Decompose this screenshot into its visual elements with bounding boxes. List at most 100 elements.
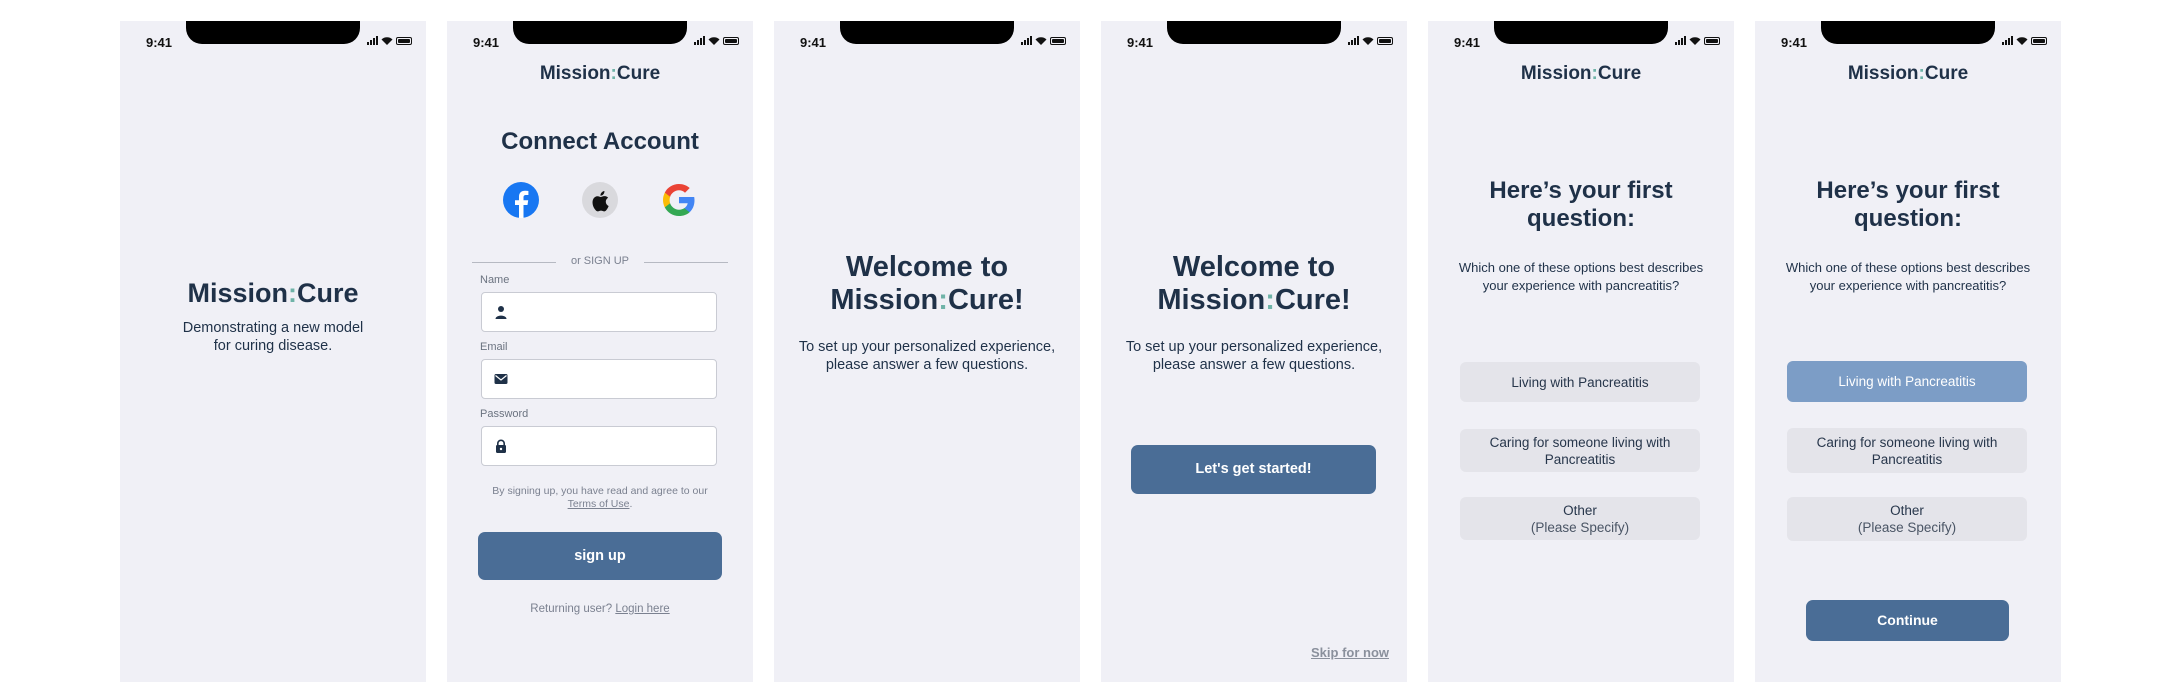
- welcome-title: Welcome to Mission:Cure!: [774, 251, 1080, 317]
- email-label: Email: [480, 341, 508, 353]
- option-label-line-2: (Please Specify): [1857, 520, 1957, 535]
- terms-link[interactable]: Terms of Use: [568, 498, 630, 510]
- status-time: 9:41: [146, 35, 173, 50]
- header-logo: Mission:Cure: [447, 63, 753, 85]
- welcome-title-line-1: Welcome to: [845, 251, 1009, 283]
- welcome-subtitle-line-1: To set up your personalized experience,: [798, 339, 1056, 355]
- page-title: Connect Account: [501, 128, 699, 155]
- brand-cure: Cure: [297, 278, 359, 308]
- notch: [513, 21, 687, 44]
- sign-up-button[interactable]: sign up: [478, 532, 722, 580]
- password-label: Password: [480, 408, 529, 420]
- brand-mission: Mission: [187, 278, 288, 308]
- notch: [1494, 21, 1668, 44]
- welcome-subtitle: To set up your personalized experience, …: [1101, 338, 1407, 374]
- question-title-line-1: Here’s your first: [1489, 177, 1673, 204]
- welcome-subtitle: To set up your personalized experience, …: [774, 338, 1080, 374]
- get-started-button[interactable]: Let's get started!: [1131, 445, 1376, 494]
- option-label: Other: [1890, 503, 1924, 518]
- option-label-line-2: (Please Specify): [1530, 519, 1630, 535]
- lock-icon: [496, 439, 506, 453]
- status-icons: [694, 36, 739, 45]
- screen-question: 9:41 Mission:Cure Here’s your first ques…: [1428, 21, 1734, 682]
- wifi-icon: [708, 37, 720, 45]
- password-field[interactable]: [481, 426, 717, 466]
- wifi-icon: [2016, 37, 2028, 45]
- option-label: Caring for someone living with: [1489, 434, 1671, 450]
- screen-connect-account: 9:41 Mission:Cure Connect Account or SIG…: [447, 21, 753, 682]
- status-icons: [1348, 36, 1393, 45]
- question-prompt-line-2: your experience with pancreatitis?: [1482, 278, 1680, 293]
- question-title: Here’s your first question:: [1755, 177, 2061, 233]
- status-time: 9:41: [473, 35, 500, 50]
- header-logo: Mission:Cure: [1428, 63, 1734, 85]
- status-time: 9:41: [1127, 35, 1154, 50]
- option-label: Other: [1563, 502, 1597, 518]
- screen-question-selected: 9:41 Mission:Cure Here’s your first ques…: [1755, 21, 2061, 682]
- status-time: 9:41: [1454, 35, 1481, 50]
- brand-mission: Mission: [830, 284, 939, 316]
- battery-icon: [723, 37, 739, 45]
- question-prompt-line-1: Which one of these options best describe…: [1785, 260, 2031, 275]
- brand-cure: Cure: [1924, 63, 1969, 84]
- option-living-selected[interactable]: Living with Pancreatitis: [1787, 361, 2027, 402]
- name-field[interactable]: [481, 292, 717, 332]
- option-other[interactable]: Other (Please Specify): [1460, 497, 1700, 540]
- option-living[interactable]: Living with Pancreatitis: [1460, 362, 1700, 402]
- wifi-icon: [381, 37, 393, 45]
- battery-icon: [1050, 37, 1066, 45]
- login-link[interactable]: Login here: [615, 603, 669, 615]
- signal-icon: [1675, 36, 1686, 45]
- person-icon: [495, 306, 507, 319]
- terms-text: By signing up, you have read and agree t…: [447, 485, 753, 511]
- status-icons: [367, 36, 412, 45]
- facebook-icon[interactable]: [502, 181, 540, 219]
- name-label: Name: [480, 274, 510, 286]
- brand-mission: Mission: [1520, 63, 1592, 84]
- status-icons: [1675, 36, 1720, 45]
- returning-text: Returning user?: [530, 603, 613, 615]
- wifi-icon: [1035, 37, 1047, 45]
- signal-icon: [2002, 36, 2013, 45]
- question-prompt: Which one of these options best describe…: [1428, 259, 1734, 295]
- question-title: Here’s your first question:: [1428, 177, 1734, 233]
- welcome-subtitle-line-1: To set up your personalized experience,: [1125, 339, 1383, 355]
- brand-cure: Cure: [616, 63, 661, 84]
- continue-button[interactable]: Continue: [1806, 600, 2009, 641]
- screen-welcome: 9:41 Welcome to Mission:Cure! To set up …: [774, 21, 1080, 682]
- signal-icon: [1348, 36, 1359, 45]
- option-caring[interactable]: Caring for someone living with Pancreati…: [1460, 429, 1700, 472]
- splash-tagline: Demonstrating a new model for curing dis…: [120, 319, 426, 355]
- question-prompt-line-2: your experience with pancreatitis?: [1809, 278, 2007, 293]
- brand-colon: :: [1265, 284, 1275, 316]
- signal-icon: [1021, 36, 1032, 45]
- email-field[interactable]: [481, 359, 717, 399]
- brand-mission: Mission: [1847, 63, 1919, 84]
- signal-icon: [367, 36, 378, 45]
- google-icon[interactable]: [660, 181, 698, 219]
- screen-splash: 9:41 Mission:Cure Demonstrating a new mo…: [120, 21, 426, 682]
- brand-mission: Mission: [539, 63, 611, 84]
- option-other[interactable]: Other (Please Specify): [1787, 497, 2027, 541]
- notch: [1167, 21, 1341, 44]
- brand-cure: Cure!: [1274, 284, 1351, 316]
- brand-cure: Cure: [1597, 63, 1642, 84]
- divider-line-right: [644, 262, 728, 263]
- mail-icon: [494, 374, 508, 384]
- battery-icon: [2031, 37, 2047, 45]
- option-caring[interactable]: Caring for someone living with Pancreati…: [1787, 428, 2027, 473]
- splash-logo: Mission:Cure: [120, 278, 426, 309]
- apple-icon[interactable]: [581, 181, 619, 219]
- brand-mission: Mission: [1157, 284, 1266, 316]
- question-title-line-2: question:: [1854, 205, 1962, 232]
- notch: [1821, 21, 1995, 44]
- skip-link[interactable]: Skip for now: [1311, 645, 1389, 660]
- battery-icon: [1704, 37, 1720, 45]
- option-label: Living with Pancreatitis: [1511, 374, 1649, 390]
- wifi-icon: [1689, 37, 1701, 45]
- battery-icon: [1377, 37, 1393, 45]
- option-label-line-2: Pancreatitis: [1544, 451, 1616, 467]
- option-label: Living with Pancreatitis: [1838, 374, 1976, 389]
- brand-cure: Cure!: [947, 284, 1024, 316]
- tagline-line-2: for curing disease.: [213, 338, 333, 354]
